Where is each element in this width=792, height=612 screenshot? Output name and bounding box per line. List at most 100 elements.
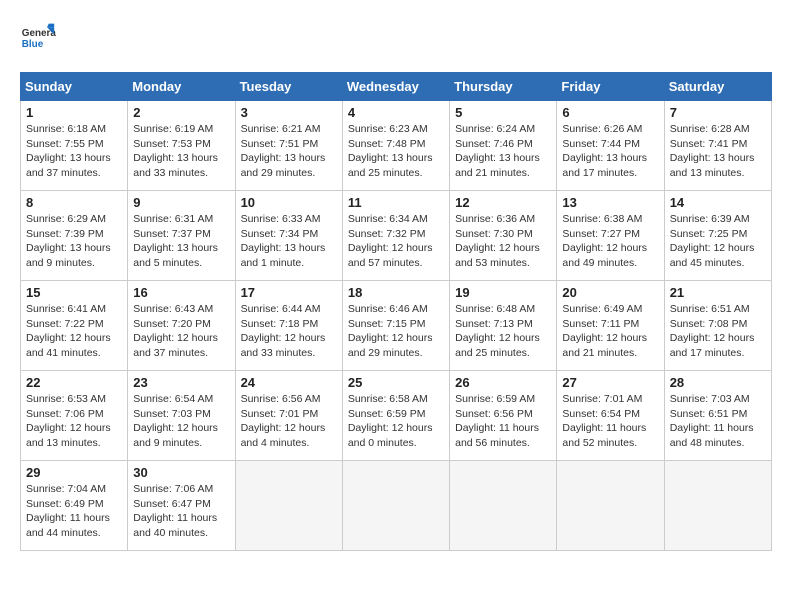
day-number: 12 bbox=[455, 195, 551, 210]
day-cell: 21Sunrise: 6:51 AM Sunset: 7:08 PM Dayli… bbox=[664, 281, 771, 371]
day-number: 13 bbox=[562, 195, 658, 210]
day-number: 23 bbox=[133, 375, 229, 390]
day-info: Sunrise: 6:38 AM Sunset: 7:27 PM Dayligh… bbox=[562, 212, 658, 271]
day-info: Sunrise: 6:51 AM Sunset: 7:08 PM Dayligh… bbox=[670, 302, 766, 361]
day-cell: 1 Sunrise: 6:18 AM Sunset: 7:55 PM Daylig… bbox=[21, 101, 128, 191]
day-info: Sunrise: 6:39 AM Sunset: 7:25 PM Dayligh… bbox=[670, 212, 766, 271]
day-cell: 7 Sunrise: 6:28 AM Sunset: 7:41 PM Daylig… bbox=[664, 101, 771, 191]
day-info: Sunrise: 6:41 AM Sunset: 7:22 PM Dayligh… bbox=[26, 302, 122, 361]
day-number: 29 bbox=[26, 465, 122, 480]
day-cell: 24 Sunrise: 6:56 AM Sunset: 7:01 PM Dayli… bbox=[235, 371, 342, 461]
week-row-4: 22 Sunrise: 6:53 AM Sunset: 7:06 PM Dayli… bbox=[21, 371, 772, 461]
logo-icon: General Blue bbox=[20, 20, 56, 56]
day-number: 24 bbox=[241, 375, 337, 390]
day-cell: 6 Sunrise: 6:26 AM Sunset: 7:44 PM Daylig… bbox=[557, 101, 664, 191]
col-header-wednesday: Wednesday bbox=[342, 73, 449, 101]
day-number: 4 bbox=[348, 105, 444, 120]
day-cell: 16 Sunrise: 6:43 AM Sunset: 7:20 PM Dayli… bbox=[128, 281, 235, 371]
day-cell: 29 Sunrise: 7:04 AM Sunset: 6:49 PM Dayli… bbox=[21, 461, 128, 551]
day-cell bbox=[342, 461, 449, 551]
calendar-table: SundayMondayTuesdayWednesdayThursdayFrid… bbox=[20, 72, 772, 551]
day-number: 20 bbox=[562, 285, 658, 300]
day-info: Sunrise: 6:59 AM Sunset: 6:56 PM Dayligh… bbox=[455, 392, 551, 451]
day-info: Sunrise: 6:24 AM Sunset: 7:46 PM Dayligh… bbox=[455, 122, 551, 181]
day-cell: 19 Sunrise: 6:48 AM Sunset: 7:13 PM Dayli… bbox=[450, 281, 557, 371]
day-number: 17 bbox=[241, 285, 337, 300]
svg-text:Blue: Blue bbox=[22, 39, 44, 50]
day-info: Sunrise: 6:23 AM Sunset: 7:48 PM Dayligh… bbox=[348, 122, 444, 181]
col-header-tuesday: Tuesday bbox=[235, 73, 342, 101]
day-info: Sunrise: 6:19 AM Sunset: 7:53 PM Dayligh… bbox=[133, 122, 229, 181]
day-number: 11 bbox=[348, 195, 444, 210]
day-info: Sunrise: 6:34 AM Sunset: 7:32 PM Dayligh… bbox=[348, 212, 444, 271]
day-cell bbox=[664, 461, 771, 551]
day-info: Sunrise: 6:48 AM Sunset: 7:13 PM Dayligh… bbox=[455, 302, 551, 361]
day-cell: 13 Sunrise: 6:38 AM Sunset: 7:27 PM Dayli… bbox=[557, 191, 664, 281]
day-cell: 10 Sunrise: 6:33 AM Sunset: 7:34 PM Dayli… bbox=[235, 191, 342, 281]
header-row: SundayMondayTuesdayWednesdayThursdayFrid… bbox=[21, 73, 772, 101]
day-info: Sunrise: 6:56 AM Sunset: 7:01 PM Dayligh… bbox=[241, 392, 337, 451]
day-number: 30 bbox=[133, 465, 229, 480]
day-number: 10 bbox=[241, 195, 337, 210]
day-info: Sunrise: 6:28 AM Sunset: 7:41 PM Dayligh… bbox=[670, 122, 766, 181]
day-number: 7 bbox=[670, 105, 766, 120]
day-cell: 23 Sunrise: 6:54 AM Sunset: 7:03 PM Dayli… bbox=[128, 371, 235, 461]
day-info: Sunrise: 6:36 AM Sunset: 7:30 PM Dayligh… bbox=[455, 212, 551, 271]
day-number: 5 bbox=[455, 105, 551, 120]
day-number: 26 bbox=[455, 375, 551, 390]
day-number: 27 bbox=[562, 375, 658, 390]
logo: General Blue bbox=[20, 20, 60, 56]
day-info: Sunrise: 6:43 AM Sunset: 7:20 PM Dayligh… bbox=[133, 302, 229, 361]
col-header-friday: Friday bbox=[557, 73, 664, 101]
col-header-monday: Monday bbox=[128, 73, 235, 101]
day-number: 9 bbox=[133, 195, 229, 210]
day-number: 2 bbox=[133, 105, 229, 120]
day-cell: 4 Sunrise: 6:23 AM Sunset: 7:48 PM Daylig… bbox=[342, 101, 449, 191]
day-info: Sunrise: 6:54 AM Sunset: 7:03 PM Dayligh… bbox=[133, 392, 229, 451]
day-info: Sunrise: 6:18 AM Sunset: 7:55 PM Dayligh… bbox=[26, 122, 122, 181]
day-cell: 3Sunrise: 6:21 AM Sunset: 7:51 PM Daylig… bbox=[235, 101, 342, 191]
day-number: 1 bbox=[26, 105, 122, 120]
day-info: Sunrise: 7:06 AM Sunset: 6:47 PM Dayligh… bbox=[133, 482, 229, 541]
day-info: Sunrise: 6:33 AM Sunset: 7:34 PM Dayligh… bbox=[241, 212, 337, 271]
day-cell: 8Sunrise: 6:29 AM Sunset: 7:39 PM Daylig… bbox=[21, 191, 128, 281]
day-info: Sunrise: 6:49 AM Sunset: 7:11 PM Dayligh… bbox=[562, 302, 658, 361]
day-cell: 20 Sunrise: 6:49 AM Sunset: 7:11 PM Dayli… bbox=[557, 281, 664, 371]
day-info: Sunrise: 6:53 AM Sunset: 7:06 PM Dayligh… bbox=[26, 392, 122, 451]
day-cell: 9Sunrise: 6:31 AM Sunset: 7:37 PM Daylig… bbox=[128, 191, 235, 281]
day-info: Sunrise: 7:04 AM Sunset: 6:49 PM Dayligh… bbox=[26, 482, 122, 541]
day-info: Sunrise: 7:03 AM Sunset: 6:51 PM Dayligh… bbox=[670, 392, 766, 451]
day-number: 25 bbox=[348, 375, 444, 390]
day-number: 19 bbox=[455, 285, 551, 300]
day-info: Sunrise: 6:58 AM Sunset: 6:59 PM Dayligh… bbox=[348, 392, 444, 451]
day-number: 3 bbox=[241, 105, 337, 120]
day-info: Sunrise: 6:46 AM Sunset: 7:15 PM Dayligh… bbox=[348, 302, 444, 361]
day-number: 15 bbox=[26, 285, 122, 300]
day-number: 6 bbox=[562, 105, 658, 120]
col-header-thursday: Thursday bbox=[450, 73, 557, 101]
day-cell bbox=[450, 461, 557, 551]
day-cell: 26 Sunrise: 6:59 AM Sunset: 6:56 PM Dayli… bbox=[450, 371, 557, 461]
day-number: 14 bbox=[670, 195, 766, 210]
day-cell: 22 Sunrise: 6:53 AM Sunset: 7:06 PM Dayli… bbox=[21, 371, 128, 461]
week-row-2: 8Sunrise: 6:29 AM Sunset: 7:39 PM Daylig… bbox=[21, 191, 772, 281]
day-cell bbox=[235, 461, 342, 551]
day-info: Sunrise: 6:26 AM Sunset: 7:44 PM Dayligh… bbox=[562, 122, 658, 181]
day-number: 22 bbox=[26, 375, 122, 390]
day-cell: 12 Sunrise: 6:36 AM Sunset: 7:30 PM Dayli… bbox=[450, 191, 557, 281]
day-info: Sunrise: 7:01 AM Sunset: 6:54 PM Dayligh… bbox=[562, 392, 658, 451]
day-cell: 30 Sunrise: 7:06 AM Sunset: 6:47 PM Dayli… bbox=[128, 461, 235, 551]
day-cell: 14 Sunrise: 6:39 AM Sunset: 7:25 PM Dayli… bbox=[664, 191, 771, 281]
day-cell: 5 Sunrise: 6:24 AM Sunset: 7:46 PM Daylig… bbox=[450, 101, 557, 191]
day-number: 8 bbox=[26, 195, 122, 210]
day-cell: 17Sunrise: 6:44 AM Sunset: 7:18 PM Dayli… bbox=[235, 281, 342, 371]
day-cell bbox=[557, 461, 664, 551]
day-cell: 27 Sunrise: 7:01 AM Sunset: 6:54 PM Dayli… bbox=[557, 371, 664, 461]
week-row-3: 15 Sunrise: 6:41 AM Sunset: 7:22 PM Dayli… bbox=[21, 281, 772, 371]
week-row-1: 1 Sunrise: 6:18 AM Sunset: 7:55 PM Daylig… bbox=[21, 101, 772, 191]
day-number: 16 bbox=[133, 285, 229, 300]
day-cell: 11 Sunrise: 6:34 AM Sunset: 7:32 PM Dayli… bbox=[342, 191, 449, 281]
day-cell: 18Sunrise: 6:46 AM Sunset: 7:15 PM Dayli… bbox=[342, 281, 449, 371]
day-cell: 15 Sunrise: 6:41 AM Sunset: 7:22 PM Dayli… bbox=[21, 281, 128, 371]
page-header: General Blue bbox=[20, 20, 772, 56]
